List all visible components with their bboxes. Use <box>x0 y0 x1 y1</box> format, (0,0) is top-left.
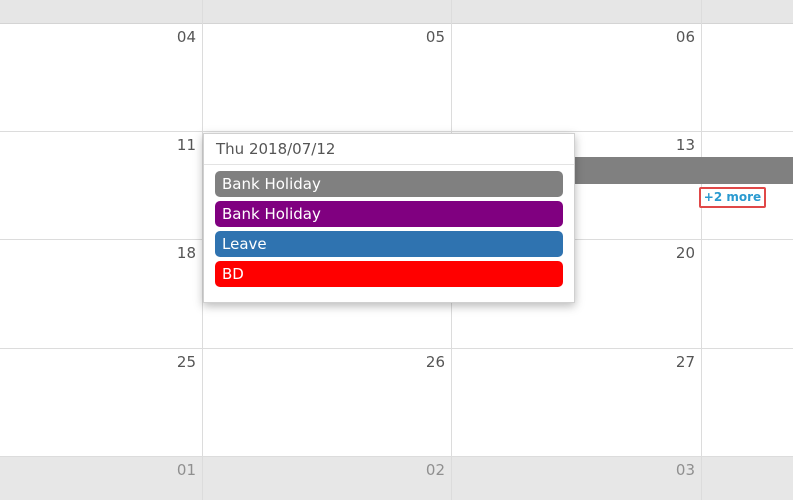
day-header-row <box>0 0 793 24</box>
day-number[interactable]: 25 <box>177 353 196 371</box>
day-number[interactable]: 27 <box>676 353 695 371</box>
popover-event[interactable]: Bank Holiday <box>215 201 563 227</box>
day-number[interactable]: 11 <box>177 136 196 154</box>
day-cell[interactable]: 18 <box>0 239 202 348</box>
row-divider <box>0 348 793 349</box>
day-number[interactable]: 01 <box>177 461 196 479</box>
day-number[interactable]: 18 <box>177 244 196 262</box>
day-cell[interactable]: 02 <box>202 456 451 500</box>
row-divider <box>0 456 793 457</box>
day-number[interactable]: 04 <box>177 28 196 46</box>
day-cell[interactable]: 25 <box>0 348 202 456</box>
popover-event[interactable]: BD <box>215 261 563 287</box>
day-cell[interactable]: 04 <box>0 23 202 131</box>
day-cell[interactable]: 03 <box>451 456 701 500</box>
day-cell[interactable] <box>701 456 793 500</box>
day-number[interactable]: 06 <box>676 28 695 46</box>
day-cell[interactable]: 26 <box>202 348 451 456</box>
event-bar-bank-holiday[interactable] <box>575 157 793 184</box>
popover-title: Thu 2018/07/12 <box>204 134 574 165</box>
day-cell[interactable]: 11 <box>0 131 202 239</box>
day-cell[interactable]: 06 <box>451 23 701 131</box>
day-cell[interactable] <box>701 239 793 348</box>
column-divider <box>701 0 702 500</box>
day-cell[interactable]: 01 <box>0 456 202 500</box>
day-cell[interactable] <box>701 23 793 131</box>
more-events-link[interactable]: +2 more <box>699 187 766 208</box>
day-cell[interactable]: 05 <box>202 23 451 131</box>
day-number[interactable]: 20 <box>676 244 695 262</box>
day-number[interactable]: 02 <box>426 461 445 479</box>
popover-event[interactable]: Bank Holiday <box>215 171 563 197</box>
day-number[interactable]: 13 <box>676 136 695 154</box>
day-cell[interactable] <box>701 131 793 239</box>
day-cell[interactable] <box>701 348 793 456</box>
popover-event[interactable]: Leave <box>215 231 563 257</box>
day-number[interactable]: 26 <box>426 353 445 371</box>
day-cell[interactable]: 27 <box>451 348 701 456</box>
row-divider <box>0 131 793 132</box>
day-number[interactable]: 03 <box>676 461 695 479</box>
day-number[interactable]: 05 <box>426 28 445 46</box>
popover-event-list: Bank Holiday Bank Holiday Leave BD <box>215 171 563 291</box>
day-events-popover: Thu 2018/07/12 Bank Holiday Bank Holiday L… <box>203 133 575 303</box>
